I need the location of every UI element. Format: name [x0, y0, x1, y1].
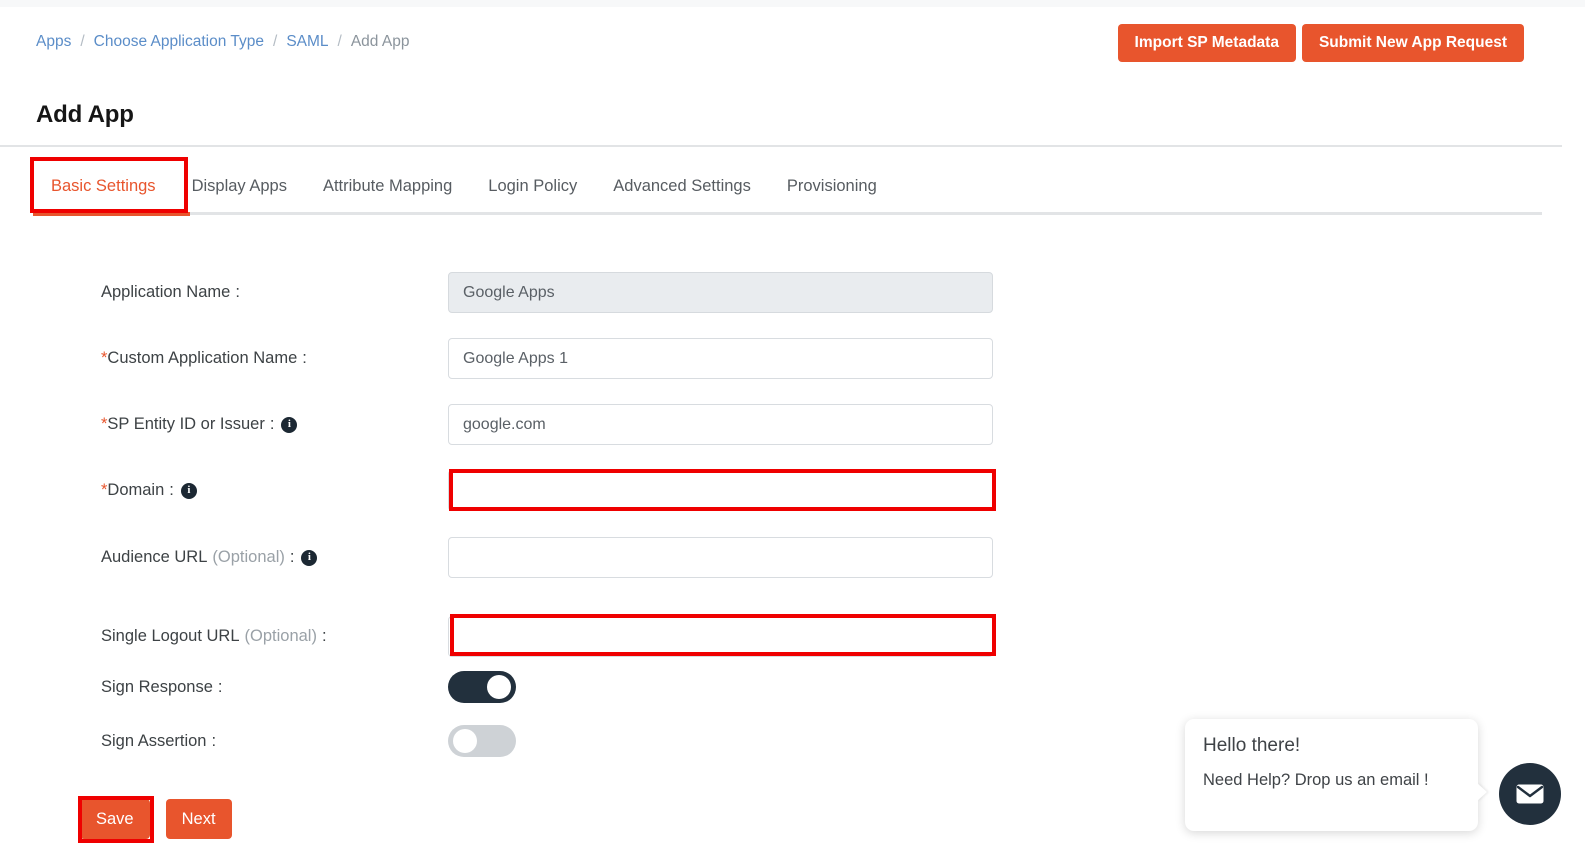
label-colon: : [235, 283, 240, 301]
tab-attribute-mapping[interactable]: Attribute Mapping [305, 177, 470, 212]
top-strip [0, 0, 1585, 7]
envelope-icon [1515, 783, 1545, 805]
label-domain: * Domain : i [101, 481, 448, 500]
label-application-name: Application Name : [101, 283, 448, 302]
label-text: Single Logout URL [101, 627, 240, 645]
form-row-domain: * Domain : i [101, 470, 1001, 511]
form-row-application-name: Application Name : [101, 272, 1001, 313]
label-colon: : [289, 548, 295, 566]
title-divider [0, 145, 1562, 147]
custom-application-name-input[interactable] [448, 338, 993, 379]
breadcrumb: Apps / Choose Application Type / SAML / … [36, 33, 409, 51]
chat-message: Need Help? Drop us an email ! [1203, 771, 1429, 789]
toggle-knob [487, 675, 511, 699]
header-actions: Import SP Metadata Submit New App Reques… [1117, 24, 1524, 62]
breadcrumb-separator: / [80, 33, 85, 50]
label-colon: : [321, 627, 327, 645]
tab-provisioning[interactable]: Provisioning [769, 177, 895, 212]
label-sp-entity-id: * SP Entity ID or Issuer : i [101, 415, 448, 434]
form-row-audience-url: Audience URL (Optional) : i [101, 537, 1001, 578]
tab-bar-border [33, 212, 1542, 215]
tab-login-policy[interactable]: Login Policy [470, 177, 595, 212]
label-colon: : [269, 415, 275, 433]
label-single-logout-url: Single Logout URL (Optional) : [101, 627, 448, 646]
label-audience-url: Audience URL (Optional) : i [101, 548, 448, 567]
domain-input[interactable] [448, 470, 993, 511]
sign-assertion-toggle[interactable] [448, 725, 516, 757]
form-row-single-logout-url: Single Logout URL (Optional) : [101, 616, 1001, 657]
tab-display-apps[interactable]: Display Apps [174, 177, 305, 212]
label-text: Audience URL [101, 548, 208, 566]
chat-message-bubble[interactable]: Hello there! Need Help? Drop us an email… [1185, 719, 1487, 831]
form-row-sp-entity-id: * SP Entity ID or Issuer : i [101, 404, 1001, 445]
audience-url-input[interactable] [448, 537, 993, 578]
breadcrumb-separator: / [337, 33, 342, 50]
label-text: Custom Application Name [107, 349, 298, 367]
add-app-page: Apps / Choose Application Type / SAML / … [0, 0, 1585, 862]
next-button[interactable]: Next [165, 799, 232, 839]
sp-entity-id-input[interactable] [448, 404, 993, 445]
tab-bar: Basic Settings Display Apps Attribute Ma… [33, 160, 895, 212]
label-colon: : [211, 731, 217, 750]
form-row-sign-assertion: Sign Assertion : [101, 725, 1001, 757]
label-text: Sign Assertion [101, 731, 207, 750]
breadcrumb-item-choose-application-type[interactable]: Choose Application Type [94, 33, 264, 51]
label-optional: (Optional) [244, 627, 317, 645]
form-row-custom-application-name: * Custom Application Name : [101, 338, 1001, 379]
chat-launcher-button[interactable] [1499, 763, 1561, 825]
submit-new-app-request-button[interactable]: Submit New App Request [1301, 24, 1524, 62]
label-colon: : [302, 349, 307, 367]
form-row-sign-response: Sign Response : [101, 671, 1001, 703]
label-optional: (Optional) [212, 548, 285, 566]
application-name-input[interactable] [448, 272, 993, 313]
label-custom-application-name: * Custom Application Name : [101, 349, 448, 368]
breadcrumb-separator: / [273, 33, 278, 50]
import-sp-metadata-button[interactable]: Import SP Metadata [1117, 24, 1296, 62]
label-sign-response: Sign Response : [101, 678, 448, 697]
breadcrumb-item-add-app: Add App [350, 33, 410, 50]
breadcrumb-item-apps[interactable]: Apps [36, 33, 71, 51]
chat-bubble-tail [1477, 783, 1487, 801]
single-logout-url-input[interactable] [448, 616, 993, 657]
label-text: Domain [107, 481, 165, 499]
save-button[interactable]: Save [80, 799, 150, 839]
info-icon[interactable]: i [281, 416, 298, 433]
toggle-knob [453, 729, 477, 753]
label-sign-assertion: Sign Assertion : [101, 732, 448, 751]
info-icon[interactable]: i [301, 549, 318, 566]
footer-buttons: Save Next [80, 799, 232, 839]
info-icon[interactable]: i [180, 482, 197, 499]
tab-active-indicator [33, 212, 190, 216]
label-colon: : [169, 481, 174, 499]
tab-basic-settings[interactable]: Basic Settings [33, 177, 174, 212]
tab-advanced-settings[interactable]: Advanced Settings [595, 177, 769, 212]
sign-response-toggle[interactable] [448, 671, 516, 703]
label-text: Sign Response [101, 677, 213, 696]
label-text: Application Name [101, 283, 231, 301]
page-title: Add App [36, 101, 134, 129]
label-colon: : [217, 677, 223, 696]
breadcrumb-item-saml[interactable]: SAML [286, 33, 328, 51]
chat-greeting: Hello there! [1203, 735, 1301, 756]
label-text: SP Entity ID or Issuer [107, 415, 265, 433]
